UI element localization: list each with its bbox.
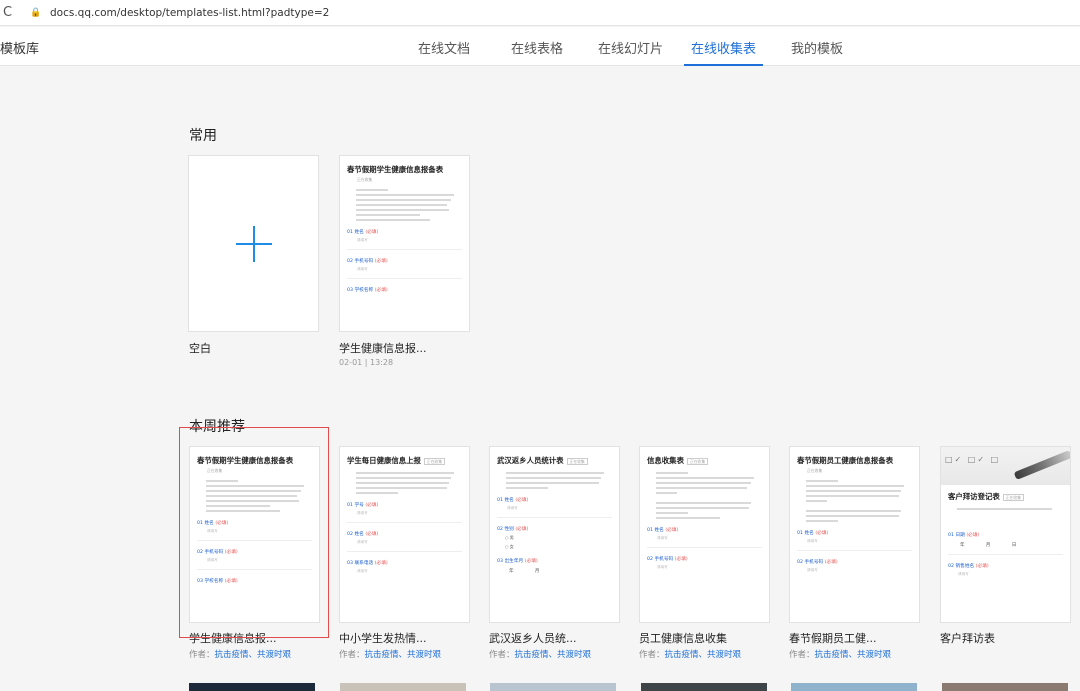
preview-title: 客户拜访登记表 正在收集: [948, 491, 1063, 502]
tab-online-docs[interactable]: 在线文档: [418, 38, 470, 57]
preview-description: [647, 472, 762, 519]
preview-title: 武汉返乡人员统计表 正在收集: [497, 455, 612, 466]
preview-question: 02 手机号码 (必填): [347, 259, 388, 264]
next-row-thumbnail[interactable]: [189, 683, 315, 691]
reload-icon[interactable]: C: [3, 5, 21, 20]
preview-question: 02 手机号码 (必填): [647, 557, 688, 562]
preview-placeholder: 请填写: [507, 506, 518, 510]
preview-question: 03 出生年月 (必填): [497, 559, 538, 564]
preview-description: [347, 189, 462, 221]
date-placeholder: 年 月: [509, 569, 550, 574]
weekly-template-card[interactable]: 信息收集表 正在收集 01 姓名 (必填) 请填写 02 手机号码 (必填) 请填…: [639, 446, 770, 623]
preview-question: 01 姓名 (必填): [797, 531, 829, 536]
preview-description: [948, 508, 1063, 510]
browser-address-bar[interactable]: C 🔒 docs.qq.com/desktop/templates-list.h…: [0, 0, 1080, 26]
preview-question: 02 销售姓名 (必填): [948, 564, 989, 569]
next-row-thumbnail[interactable]: [490, 683, 616, 691]
preview-question: 01 姓名 (必填): [347, 230, 379, 235]
preview-title: 信息收集表 正在收集: [647, 455, 762, 466]
weekly-template-name[interactable]: 客户拜访表: [940, 630, 995, 646]
preview-tag: 正在收集: [357, 177, 373, 182]
preview-placeholder: 请填写: [958, 572, 969, 576]
preview-question: 01 学号 (必填): [347, 503, 379, 508]
blank-template-label[interactable]: 空白: [189, 340, 211, 356]
preview-description: [347, 472, 462, 494]
weekly-template-card[interactable]: 武汉返乡人员统计表 正在收集 01 姓名 (必填) 请填写 02 性别 (必填) …: [489, 446, 620, 623]
pen-icon: [1013, 450, 1070, 480]
preview-title: 春节假期员工健康信息报备表: [797, 456, 894, 465]
active-tab-indicator: [684, 64, 763, 66]
next-row-thumbnail[interactable]: [340, 683, 466, 691]
preview-description: [497, 472, 612, 489]
template-author: 作者：抗击疫情、共渡时艰: [489, 650, 592, 660]
preview-question: 03 学校名称 (必填): [347, 288, 388, 293]
weekly-template-name[interactable]: 中小学生发热情...: [339, 630, 427, 646]
checkbox-marks-icon: □✓ □✓ □: [945, 455, 1001, 464]
weekly-template-card[interactable]: □✓ □✓ □ 客户拜访登记表 正在收集 01 日期 (必填) 年 月 日 02 …: [940, 446, 1071, 623]
template-author: 作者：抗击疫情、共渡时艰: [639, 650, 742, 660]
recent-template-name[interactable]: 学生健康信息报...: [339, 340, 427, 356]
preview-title: 学生每日健康信息上报 正在收集: [347, 455, 462, 466]
next-row-thumbnail[interactable]: [641, 683, 767, 691]
template-author: 作者：抗击疫情、共渡时艰: [189, 650, 292, 660]
preview-question: 01 姓名 (必填): [647, 528, 679, 533]
preview-title: 春节假期学生健康信息报备表: [347, 165, 444, 174]
weekly-template-name[interactable]: 春节假期员工健...: [789, 630, 877, 646]
weekly-template-card[interactable]: 学生每日健康信息上报 正在收集 01 学号 (必填) 请填写 02 姓名 (必填)…: [339, 446, 470, 623]
preview-placeholder: 请填写: [807, 568, 818, 572]
preview-placeholder: 请填写: [657, 565, 668, 569]
weekly-template-name[interactable]: 武汉返乡人员统...: [489, 630, 577, 646]
preview-question: 02 手机号码 (必填): [797, 560, 838, 565]
tab-online-slides[interactable]: 在线幻灯片: [598, 38, 663, 57]
preview-placeholder: 请填写: [657, 536, 668, 540]
next-row-thumbnail[interactable]: [942, 683, 1068, 691]
plus-icon: [235, 225, 272, 262]
preview-question: 02 性别 (必填): [497, 527, 529, 532]
preview-question: 01 日期 (必填): [948, 533, 980, 538]
section-title-common: 常用: [189, 128, 217, 144]
lock-icon: 🔒: [30, 7, 42, 18]
selection-highlight: [179, 427, 329, 638]
recent-template-card[interactable]: 春节假期学生健康信息报备表 正在收集 01 姓名 (必填) 请填写 02 手机号…: [339, 155, 470, 332]
preview-question: 03 联系电话 (必填): [347, 561, 388, 566]
preview-tag: 正在收集: [807, 468, 823, 473]
weekly-template-card[interactable]: 春节假期员工健康信息报备表 正在收集 01 姓名 (必填) 请填写 02 手机号…: [789, 446, 920, 623]
preview-placeholder: 请填写: [807, 539, 818, 543]
preview-photo: □✓ □✓ □: [941, 447, 1070, 485]
recent-template-date: 02-01 | 13:28: [339, 358, 394, 367]
next-row-thumbnail[interactable]: [791, 683, 917, 691]
preview-placeholder: 请填写: [357, 267, 368, 271]
preview-placeholder: 请填写: [357, 569, 368, 573]
preview-placeholder: 请填写: [357, 540, 368, 544]
preview-question: 02 姓名 (必填): [347, 532, 379, 537]
radio-option: ○ 男: [505, 535, 514, 540]
preview-placeholder: 请填写: [357, 511, 368, 515]
tab-my-templates[interactable]: 我的模板: [791, 38, 843, 57]
weekly-template-name[interactable]: 员工健康信息收集: [639, 630, 727, 646]
date-placeholder: 年 月 日: [960, 543, 1027, 548]
preview-question: 01 姓名 (必填): [497, 498, 529, 503]
preview-description: [797, 480, 912, 522]
blank-template-card[interactable]: [188, 155, 319, 332]
brand-title[interactable]: 模板库: [0, 38, 39, 57]
radio-option: ○ 女: [505, 544, 514, 549]
address-url[interactable]: docs.qq.com/desktop/templates-list.html?…: [50, 7, 329, 19]
tab-online-sheets[interactable]: 在线表格: [511, 38, 563, 57]
tab-online-forms[interactable]: 在线收集表: [691, 38, 756, 57]
preview-placeholder: 请填写: [357, 238, 368, 242]
top-navigation: 模板库 在线文档 在线表格 在线幻灯片 在线收集表 我的模板: [0, 27, 1080, 66]
template-author: 作者：抗击疫情、共渡时艰: [789, 650, 892, 660]
template-author: 作者：抗击疫情、共渡时艰: [339, 650, 442, 660]
